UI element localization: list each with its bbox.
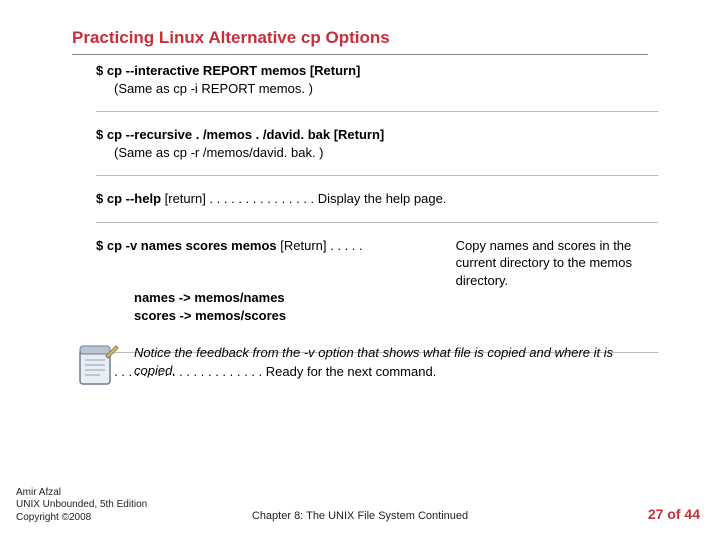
cmd-line: $ cp --interactive REPORT memos [Return] xyxy=(96,62,658,80)
page-total: 44 xyxy=(684,506,700,522)
cmd-line: $ cp --help xyxy=(96,191,161,206)
command-block-recursive: $ cp --recursive . /memos . /david. bak … xyxy=(96,126,658,176)
cmd-line: $ cp -v names scores memos xyxy=(96,238,277,253)
verbose-output-line: names -> memos/names xyxy=(134,289,658,307)
page-current: 27 xyxy=(648,506,664,522)
footer-author: Amir Afzal xyxy=(16,487,147,500)
note-row: Notice the feedback from the -v option t… xyxy=(72,340,632,388)
cmd-desc: [return] . . . . . . . . . . . . . . . D… xyxy=(161,191,446,206)
notepad-icon xyxy=(72,340,120,388)
slide: Practicing Linux Alternative cp Options … xyxy=(0,0,720,540)
cmd-sub: (Same as cp -i REPORT memos. ) xyxy=(114,80,658,98)
cmd-desc: Copy names and scores in the current dir… xyxy=(456,237,658,290)
page-sep: of xyxy=(663,506,684,522)
verbose-output-line: scores -> memos/scores xyxy=(134,307,658,325)
cmd-line: $ cp --recursive . /memos . /david. bak … xyxy=(96,126,658,144)
page-title: Practicing Linux Alternative cp Options xyxy=(72,28,390,48)
cmd-left: $ cp -v names scores memos [Return] . . … xyxy=(96,237,456,290)
title-underline xyxy=(72,54,648,55)
footer-chapter: Chapter 8: The UNIX File System Continue… xyxy=(0,510,720,522)
cmd-sub: (Same as cp -r /memos/david. bak. ) xyxy=(114,144,658,162)
footer-page: 27 of 44 xyxy=(648,506,700,522)
command-block-help: $ cp --help [return] . . . . . . . . . .… xyxy=(96,190,658,223)
command-block-interactive: $ cp --interactive REPORT memos [Return]… xyxy=(96,62,658,112)
note-text: Notice the feedback from the -v option t… xyxy=(134,340,632,379)
command-block-verbose: $ cp -v names scores memos [Return] . . … xyxy=(96,237,658,339)
cmd-dots: [Return] . . . . . xyxy=(277,238,363,253)
